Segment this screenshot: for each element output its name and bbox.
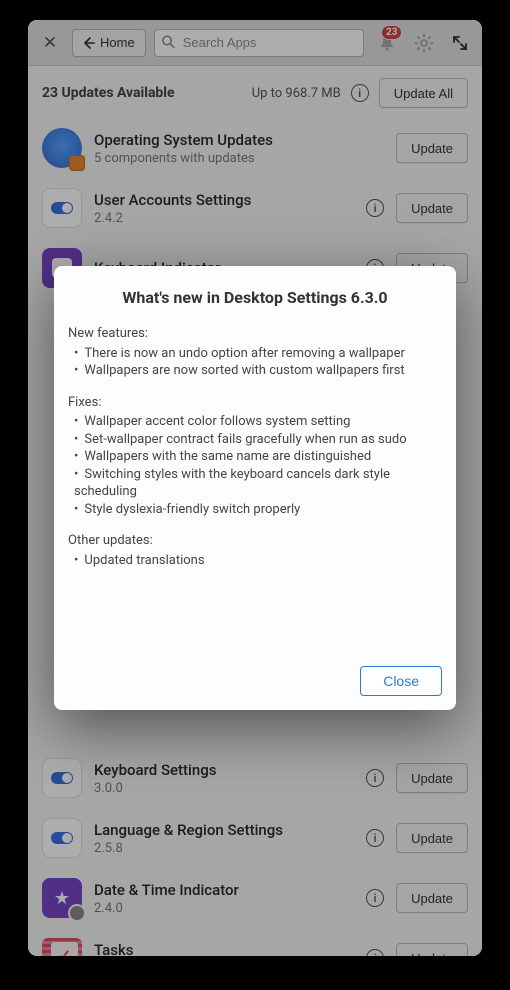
fix-item: Set-wallpaper contract fails gracefully …	[74, 431, 438, 449]
dialog-footer: Close	[54, 656, 456, 710]
fix-item: Wallpaper accent color follows system se…	[74, 413, 438, 431]
new-feature-item: There is now an undo option after removi…	[74, 345, 438, 363]
close-button[interactable]: Close	[360, 666, 442, 696]
other-heading: Other updates:	[68, 532, 438, 550]
fix-item: Switching styles with the keyboard cance…	[74, 466, 438, 501]
dialog-body: New features: There is now an undo optio…	[54, 323, 456, 656]
fix-item: Style dyslexia-friendly switch properly	[74, 501, 438, 519]
new-feature-item: Wallpapers are now sorted with custom wa…	[74, 362, 438, 380]
fix-item: Wallpapers with the same name are distin…	[74, 448, 438, 466]
fixes-heading: Fixes:	[68, 394, 438, 412]
fixes-list: Wallpaper accent color follows system se…	[68, 413, 438, 518]
other-list: Updated translations	[68, 552, 438, 570]
app-window: ✕ Home 23 23 Updates Available Up to 968…	[28, 20, 482, 956]
new-features-heading: New features:	[68, 325, 438, 343]
other-item: Updated translations	[74, 552, 438, 570]
new-features-list: There is now an undo option after removi…	[68, 345, 438, 380]
dialog-title: What's new in Desktop Settings 6.3.0	[54, 288, 456, 323]
modal-overlay: What's new in Desktop Settings 6.3.0 New…	[28, 20, 482, 956]
whats-new-dialog: What's new in Desktop Settings 6.3.0 New…	[54, 266, 456, 710]
